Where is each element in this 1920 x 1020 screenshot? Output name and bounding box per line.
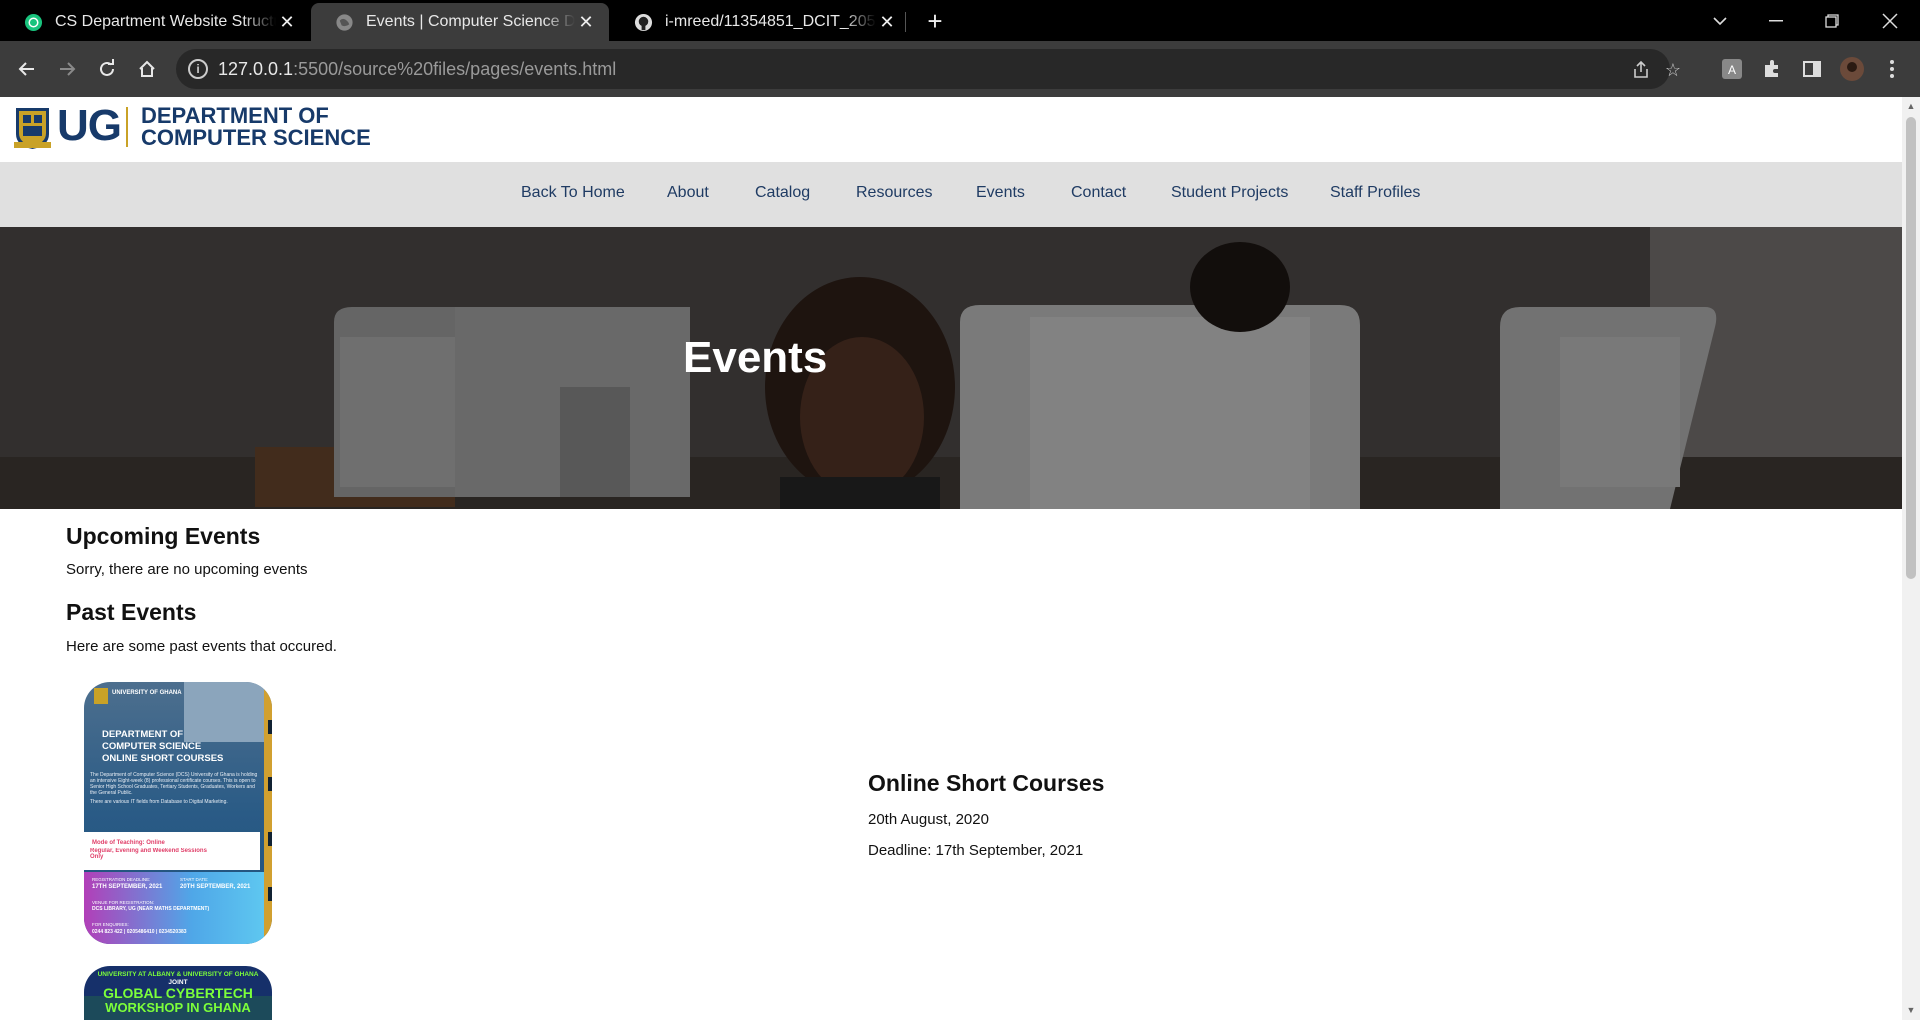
reload-icon[interactable] [92, 54, 122, 84]
nav-resources[interactable]: Resources [856, 184, 932, 202]
event-details: Online Short Courses 20th August, 2020 D… [868, 770, 1104, 873]
close-tab-icon[interactable]: ✕ [276, 11, 298, 33]
university-crest-icon [14, 108, 51, 149]
share-icon[interactable] [1630, 59, 1652, 81]
logo-ug-text: UG [57, 101, 122, 150]
upcoming-events-heading: Upcoming Events [66, 523, 261, 549]
svg-text:17TH SEPTEMBER, 2021: 17TH SEPTEMBER, 2021 [92, 884, 163, 890]
logo-divider [126, 107, 128, 147]
close-window-icon[interactable] [1862, 0, 1918, 41]
bookmark-star-icon[interactable]: ☆ [1662, 59, 1684, 81]
menu-kebab-icon[interactable] [1880, 57, 1904, 81]
restore-icon[interactable] [1804, 0, 1860, 41]
svg-text:DCS LIBRARY, UG (NEAR MATHS DE: DCS LIBRARY, UG (NEAR MATHS DEPARTMENT) [92, 906, 209, 912]
nav-staff-profiles[interactable]: Staff Profiles [1330, 184, 1420, 202]
extension-icon[interactable]: A [1720, 57, 1744, 81]
nav-events[interactable]: Events [976, 184, 1025, 202]
close-tab-icon[interactable]: ✕ [575, 11, 597, 33]
svg-text:A: A [1728, 63, 1736, 77]
avatar[interactable] [1840, 57, 1864, 81]
site-info-icon[interactable]: i [188, 59, 208, 79]
tab-title: i-mreed/11354851_DCIT_205_IA [665, 13, 876, 30]
nav-back-to-home[interactable]: Back To Home [521, 184, 625, 202]
svg-text:WORKSHOP IN GHANA: WORKSHOP IN GHANA [105, 1000, 251, 1015]
site-header: UG DEPARTMENT OF COMPUTER SCIENCE [0, 97, 1902, 162]
globe-icon [335, 13, 354, 32]
browser-toolbar: i 127.0.0.1:5500/source%20files/pages/ev… [0, 41, 1920, 97]
hero-banner: Events [0, 227, 1902, 509]
event-date: 20th August, 2020 [868, 811, 989, 828]
page-viewport: UG DEPARTMENT OF COMPUTER SCIENCE Back T… [0, 97, 1902, 1020]
tab-strip: CS Department Website Structur ✕ Events … [0, 0, 1920, 41]
side-panel-icon[interactable] [1800, 57, 1824, 81]
page-scrollbar[interactable]: ▲ ▼ [1902, 97, 1920, 1020]
svg-text:DEPARTMENT OF: DEPARTMENT OF [102, 729, 183, 740]
event-deadline: Deadline: 17th September, 2021 [868, 842, 1084, 859]
online-short-courses-poster: UNIVERSITY OF GHANA DEPARTMENT OF COMPUT… [84, 682, 272, 944]
nav-student-projects[interactable]: Student Projects [1171, 184, 1288, 202]
event-title: Online Short Courses [868, 770, 1105, 796]
hero-title: Events [683, 333, 828, 382]
svg-text:UNIVERSITY OF GHANA: UNIVERSITY OF GHANA [112, 690, 182, 696]
tab-title: Events | Computer Science Depa [366, 13, 575, 30]
nav-about[interactable]: About [667, 184, 709, 202]
cybertech-workshop-poster: UNIVERSITY AT ALBANY & UNIVERSITY OF GHA… [84, 966, 272, 1020]
no-upcoming-events-text: Sorry, there are no upcoming events [66, 561, 308, 578]
tab-separator [905, 12, 906, 32]
home-icon[interactable] [132, 54, 162, 84]
svg-text:0244 823 422 | 0205486410 | 02: 0244 823 422 | 0205486410 | 0234520383 [92, 929, 187, 935]
tab-events[interactable]: Events | Computer Science Depa ✕ [311, 3, 609, 41]
address-bar[interactable]: i 127.0.0.1:5500/source%20files/pages/ev… [176, 49, 1681, 89]
svg-text:GLOBAL CYBERTECH: GLOBAL CYBERTECH [103, 985, 253, 1001]
past-events-intro-text: Here are some past events that occured. [66, 638, 337, 655]
svg-text:Mode of Teaching: Online: Mode of Teaching: Online [92, 840, 166, 846]
github-icon [634, 13, 653, 32]
main-navigation: Back To Home About Catalog Resources Eve… [0, 162, 1902, 227]
nav-contact[interactable]: Contact [1071, 184, 1126, 202]
back-icon[interactable] [12, 54, 42, 84]
svg-text:ONLINE SHORT COURSES: ONLINE SHORT COURSES [102, 753, 223, 764]
puzzle-icon[interactable] [1760, 57, 1784, 81]
hero-background-image [0, 227, 1902, 509]
url-text: 127.0.0.1:5500/source%20files/pages/even… [218, 59, 617, 79]
scrollbar-thumb[interactable] [1906, 117, 1916, 579]
svg-text:REGISTRATION DEADLINE:: REGISTRATION DEADLINE: [92, 877, 150, 882]
tab-search-icon[interactable] [1692, 0, 1748, 41]
svg-text:COMPUTER SCIENCE: COMPUTER SCIENCE [102, 741, 201, 752]
nav-catalog[interactable]: Catalog [755, 184, 810, 202]
chatgpt-icon [24, 13, 43, 32]
past-events-heading: Past Events [66, 599, 197, 625]
minimize-icon[interactable] [1748, 0, 1804, 41]
scroll-up-icon[interactable]: ▲ [1906, 101, 1916, 111]
forward-icon[interactable] [52, 54, 82, 84]
svg-text:START DATE:: START DATE: [180, 877, 208, 882]
svg-text:VENUE FOR REGISTRATION:: VENUE FOR REGISTRATION: [92, 900, 154, 905]
new-tab-button[interactable]: + [920, 6, 950, 36]
tab-chatgpt[interactable]: CS Department Website Structur ✕ [0, 3, 310, 41]
logo-department-text: DEPARTMENT OF COMPUTER SCIENCE [141, 103, 371, 150]
svg-text:UNIVERSITY AT ALBANY & UNIVERS: UNIVERSITY AT ALBANY & UNIVERSITY OF GHA… [98, 971, 259, 978]
tab-title: CS Department Website Structur [55, 13, 276, 30]
svg-text:20TH SEPTEMBER, 2021: 20TH SEPTEMBER, 2021 [180, 884, 251, 890]
scroll-down-icon[interactable]: ▼ [1906, 1005, 1916, 1015]
tab-github[interactable]: i-mreed/11354851_DCIT_205_IA ✕ [610, 3, 910, 41]
svg-text:FOR ENQUIRIES:: FOR ENQUIRIES: [92, 922, 129, 927]
close-tab-icon[interactable]: ✕ [876, 11, 898, 33]
